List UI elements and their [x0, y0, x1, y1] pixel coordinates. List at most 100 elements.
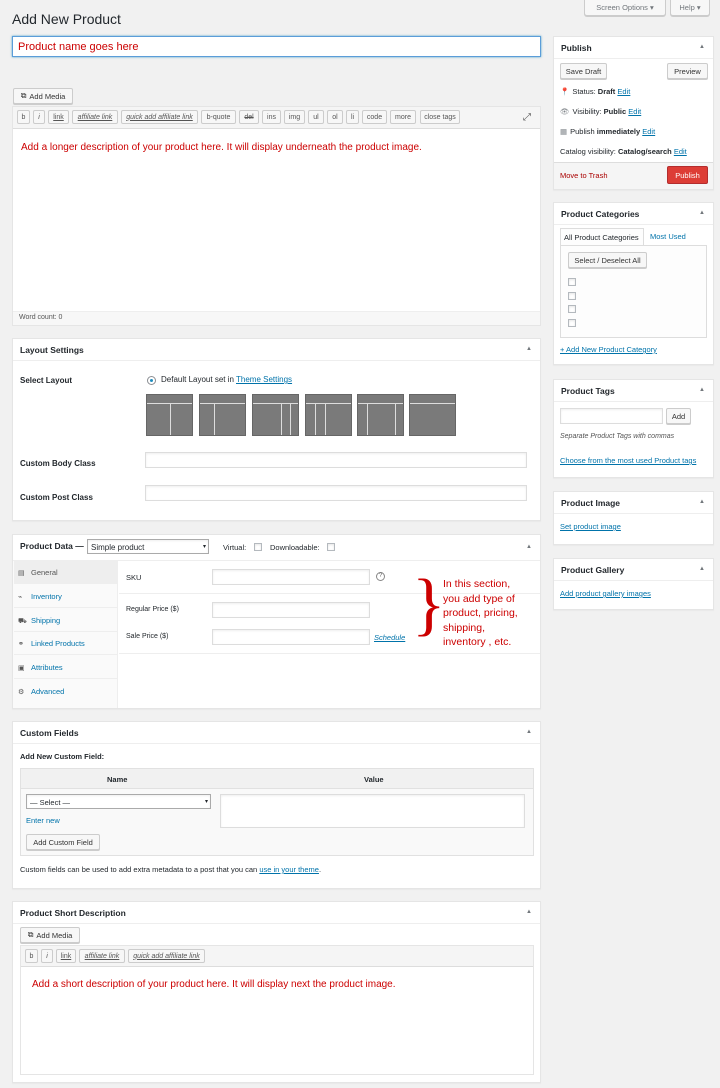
- collapse-icon[interactable]: ▲: [699, 44, 705, 50]
- set-product-image-link[interactable]: Set product image: [560, 522, 621, 531]
- help-button[interactable]: Help ▾: [670, 0, 710, 16]
- regular-price-input[interactable]: [212, 602, 370, 618]
- add-custom-field-button[interactable]: Add Custom Field: [26, 834, 100, 850]
- screen-options-button[interactable]: Screen Options ▾: [584, 0, 666, 16]
- edit-status-link[interactable]: Edit: [617, 87, 630, 96]
- category-checkbox[interactable]: [568, 278, 576, 286]
- qt-affiliate-link[interactable]: affiliate link: [72, 110, 118, 124]
- layout-option-5[interactable]: [357, 394, 404, 436]
- qt-li[interactable]: li: [346, 110, 359, 124]
- category-checkbox[interactable]: [568, 319, 576, 327]
- custom-field-name-select[interactable]: — Select — ▾: [26, 794, 211, 809]
- qt-affiliate-link[interactable]: affiliate link: [79, 949, 125, 963]
- edit-visibility-link[interactable]: Edit: [628, 107, 641, 116]
- collapse-icon[interactable]: ▲: [699, 210, 705, 216]
- tab-most-used[interactable]: Most Used: [650, 232, 686, 241]
- qt-ul[interactable]: ul: [308, 110, 324, 124]
- enter-new-link[interactable]: Enter new: [26, 816, 60, 825]
- tab-shipping[interactable]: ⛟ Shipping: [14, 609, 118, 632]
- add-gallery-images-link[interactable]: Add product gallery images: [560, 589, 651, 598]
- virtual-checkbox[interactable]: [254, 543, 262, 551]
- fullscreen-icon[interactable]: ⤢: [523, 112, 531, 123]
- select-deselect-all-button[interactable]: Select / Deselect All: [568, 252, 647, 268]
- product-tags-header[interactable]: Product Tags ▲: [554, 380, 713, 402]
- preview-button[interactable]: Preview: [667, 63, 708, 79]
- custom-fields-note: Custom fields can be used to add extra m…: [20, 865, 322, 874]
- qt-more[interactable]: more: [390, 110, 416, 124]
- product-type-select[interactable]: Simple product ▾: [87, 539, 209, 554]
- layout-option-3[interactable]: [252, 394, 299, 436]
- add-tag-button[interactable]: Add: [666, 408, 691, 424]
- linked-products-icon: ⚭: [18, 641, 24, 648]
- collapse-icon[interactable]: ▲: [526, 729, 532, 735]
- layout-option-2[interactable]: [199, 394, 246, 436]
- product-categories-header[interactable]: Product Categories ▲: [554, 203, 713, 225]
- short-add-media-button[interactable]: ⧉ Add Media: [20, 927, 80, 943]
- schedule-link[interactable]: Schedule: [374, 633, 405, 642]
- product-gallery-header[interactable]: Product Gallery ▲: [554, 559, 713, 581]
- qt-quick-add-affiliate-link[interactable]: quick add affiliate link: [128, 949, 205, 963]
- tab-linked-products[interactable]: ⚭ Linked Products: [14, 632, 118, 655]
- collapse-icon[interactable]: ▲: [526, 909, 532, 915]
- tab-all-categories[interactable]: All Product Categories: [560, 228, 644, 246]
- qt-b-quote[interactable]: b-quote: [201, 110, 236, 124]
- sale-price-input[interactable]: [212, 629, 370, 645]
- layout-option-6[interactable]: [409, 394, 456, 436]
- qt-close-tags[interactable]: close tags: [420, 110, 460, 124]
- custom-post-class-input[interactable]: [145, 485, 527, 501]
- custom-field-value-textarea[interactable]: [220, 794, 525, 828]
- custom-fields-header[interactable]: Custom Fields ▲: [13, 722, 540, 744]
- layout-option-1[interactable]: [146, 394, 193, 436]
- qt-link[interactable]: link: [56, 949, 76, 963]
- use-in-theme-link[interactable]: use in your theme: [259, 865, 319, 874]
- category-checkbox[interactable]: [568, 292, 576, 300]
- tab-general[interactable]: ▤ General: [14, 561, 118, 584]
- short-editor-content[interactable]: Add a short description of your product …: [32, 979, 396, 990]
- choose-tags-link[interactable]: Choose from the most used Product tags: [560, 456, 696, 465]
- category-checkbox[interactable]: [568, 305, 576, 313]
- select-layout-label: Select Layout: [20, 376, 73, 385]
- tab-advanced[interactable]: ⚙ Advanced: [14, 680, 118, 703]
- sku-input[interactable]: [212, 569, 370, 585]
- product-image-header[interactable]: Product Image ▲: [554, 492, 713, 514]
- editor-content[interactable]: Add a longer description of your product…: [21, 142, 422, 153]
- qt-i[interactable]: i: [41, 949, 53, 963]
- edit-publish-time-link[interactable]: Edit: [642, 127, 655, 136]
- layout-option-4[interactable]: [305, 394, 352, 436]
- collapse-icon[interactable]: ▲: [526, 346, 532, 352]
- page-title: Add New Product: [12, 11, 121, 27]
- move-to-trash-link[interactable]: Move to Trash: [560, 171, 608, 180]
- custom-body-class-label: Custom Body Class: [20, 459, 96, 468]
- edit-catalog-link[interactable]: Edit: [674, 147, 687, 156]
- qt-i[interactable]: i: [33, 110, 45, 124]
- layout-radio[interactable]: [147, 376, 156, 385]
- custom-body-class-input[interactable]: [145, 452, 527, 468]
- theme-settings-link[interactable]: Theme Settings: [236, 375, 292, 384]
- qt-img[interactable]: img: [284, 110, 305, 124]
- collapse-icon[interactable]: ▲: [699, 499, 705, 505]
- qt-ol[interactable]: ol: [327, 110, 343, 124]
- tab-attributes[interactable]: ▣ Attributes: [14, 656, 118, 679]
- publish-header[interactable]: Publish ▲: [554, 37, 713, 59]
- short-description-header[interactable]: Product Short Description ▲: [13, 902, 540, 924]
- qt-b[interactable]: b: [17, 110, 30, 124]
- tag-input[interactable]: [560, 408, 663, 424]
- qt-b[interactable]: b: [25, 949, 38, 963]
- publish-button[interactable]: Publish: [667, 166, 708, 184]
- qt-ins[interactable]: ins: [262, 110, 281, 124]
- collapse-icon[interactable]: ▲: [699, 387, 705, 393]
- tab-inventory[interactable]: ⌁ Inventory: [14, 585, 118, 608]
- save-draft-button[interactable]: Save Draft: [560, 63, 607, 79]
- add-media-button[interactable]: ⧉ Add Media: [13, 88, 73, 104]
- product-title-input[interactable]: Product name goes here: [12, 36, 541, 57]
- qt-quick-add-affiliate-link[interactable]: quick add affiliate link: [121, 110, 198, 124]
- collapse-icon[interactable]: ▲: [526, 544, 532, 550]
- layout-settings-header[interactable]: Layout Settings ▲: [13, 339, 540, 361]
- qt-del[interactable]: del: [239, 110, 259, 124]
- downloadable-checkbox[interactable]: [327, 543, 335, 551]
- help-icon[interactable]: ?: [376, 572, 385, 581]
- collapse-icon[interactable]: ▲: [699, 566, 705, 572]
- add-new-category-link[interactable]: + Add New Product Category: [560, 345, 657, 354]
- qt-link[interactable]: link: [48, 110, 69, 124]
- qt-code[interactable]: code: [362, 110, 387, 124]
